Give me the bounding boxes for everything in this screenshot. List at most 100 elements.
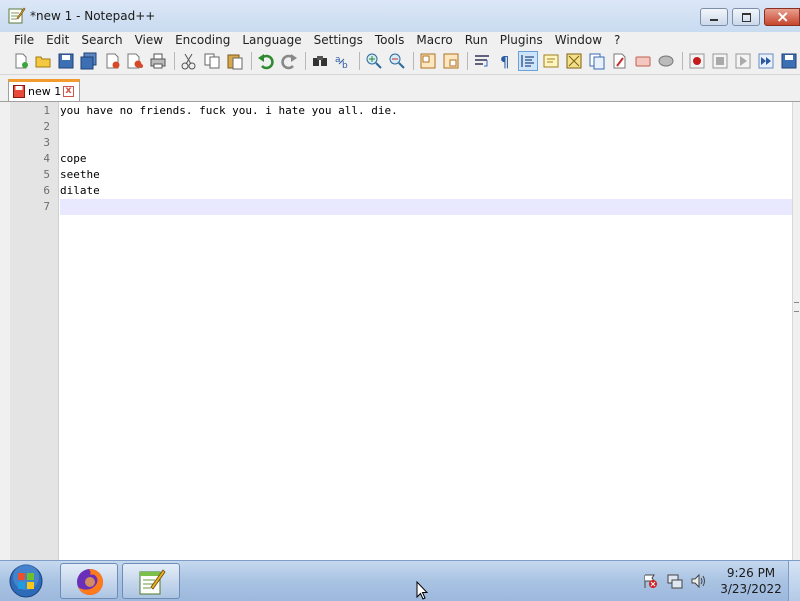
menu-language[interactable]: Language — [236, 33, 307, 47]
start-button[interactable] — [6, 563, 46, 599]
save-all-icon[interactable] — [80, 52, 98, 70]
scrollbar-grip[interactable] — [794, 302, 799, 312]
run-multiple-icon[interactable] — [757, 52, 775, 70]
vertical-scrollbar[interactable] — [792, 102, 800, 560]
tab-new-1[interactable]: new 1 x — [8, 79, 80, 101]
svg-text:¶: ¶ — [500, 53, 510, 70]
line-number: 1 — [43, 104, 50, 117]
paste-icon[interactable] — [226, 52, 244, 70]
line-number: 3 — [43, 136, 50, 149]
record-macro-icon[interactable] — [688, 52, 706, 70]
taskbar: 9:26 PM 3/23/2022 — [0, 560, 800, 601]
menu-help[interactable]: ? — [608, 33, 626, 47]
code-line[interactable]: cope — [60, 151, 792, 167]
toolbar-separator — [305, 52, 306, 70]
folder-workspace-icon[interactable] — [611, 52, 629, 70]
menu-bar: File Edit Search View Encoding Language … — [0, 32, 800, 48]
maximize-button[interactable] — [732, 8, 760, 26]
line-number: 2 — [43, 120, 50, 133]
save-icon[interactable] — [57, 52, 75, 70]
menu-file[interactable]: File — [0, 33, 40, 47]
monitoring-icon[interactable] — [634, 52, 652, 70]
volume-icon[interactable] — [690, 573, 706, 589]
network-icon[interactable] — [667, 573, 683, 589]
sync-horizontal-icon[interactable] — [442, 52, 460, 70]
play-macro-icon[interactable] — [734, 52, 752, 70]
minimize-button[interactable] — [700, 8, 728, 26]
menu-tools[interactable]: Tools — [369, 33, 411, 47]
toolbar-separator — [359, 52, 360, 70]
menu-macro[interactable]: Macro — [410, 33, 458, 47]
new-file-icon[interactable] — [12, 52, 30, 70]
title-bar[interactable]: *new 1 - Notepad++ — [0, 0, 800, 32]
undo-icon[interactable] — [257, 52, 275, 70]
editor-pane[interactable]: 1 2 3 4 5 6 7 you have no friends. fuck … — [10, 102, 792, 560]
menu-edit[interactable]: Edit — [40, 33, 75, 47]
cut-icon[interactable] — [180, 52, 198, 70]
print-icon[interactable] — [149, 52, 167, 70]
menu-window[interactable]: Window — [549, 33, 608, 47]
toolbar: ab ¶ — [0, 48, 800, 75]
stop-record-icon[interactable] — [711, 52, 729, 70]
user-language-icon[interactable] — [542, 52, 560, 70]
function-list-icon[interactable] — [588, 52, 606, 70]
tab-label: new 1 — [28, 85, 62, 98]
firefox-icon — [77, 569, 103, 595]
close-window-button[interactable] — [764, 7, 800, 26]
code-line[interactable] — [60, 119, 792, 135]
find-icon[interactable] — [311, 52, 329, 70]
line-number: 5 — [43, 168, 50, 181]
copy-icon[interactable] — [203, 52, 221, 70]
close-all-icon[interactable] — [126, 52, 144, 70]
open-file-icon[interactable] — [34, 52, 52, 70]
clock-time: 9:26 PM — [726, 566, 776, 580]
editor-left-frame — [0, 102, 10, 560]
window-title: *new 1 - Notepad++ — [30, 9, 156, 23]
save-macro-icon[interactable] — [657, 52, 675, 70]
notepad-plus-plus-icon — [8, 7, 26, 24]
toolbar-separator — [251, 52, 252, 70]
toolbar-separator — [467, 52, 468, 70]
mouse-cursor-icon — [416, 581, 428, 600]
clock-date: 3/23/2022 — [720, 582, 782, 596]
toolbar-separator — [174, 52, 175, 70]
menu-plugins[interactable]: Plugins — [494, 33, 549, 47]
code-line[interactable] — [60, 135, 792, 151]
text-area[interactable]: you have no friends. fuck you. i hate yo… — [59, 102, 792, 560]
line-number-gutter: 1 2 3 4 5 6 7 — [10, 102, 59, 560]
tab-bar: new 1 x — [0, 75, 800, 102]
word-wrap-icon[interactable] — [473, 52, 491, 70]
taskbar-notepad-plus-plus[interactable] — [122, 563, 180, 599]
replace-icon[interactable]: ab — [334, 52, 352, 70]
show-all-chars-icon[interactable]: ¶ — [496, 52, 514, 70]
notepad-plus-plus-icon — [139, 569, 166, 595]
code-line[interactable]: seethe — [60, 167, 792, 183]
menu-view[interactable]: View — [129, 33, 169, 47]
menu-run[interactable]: Run — [459, 33, 494, 47]
tab-close-button[interactable]: x — [63, 86, 74, 97]
sync-vertical-icon[interactable] — [419, 52, 437, 70]
menu-encoding[interactable]: Encoding — [169, 33, 236, 47]
show-desktop-button[interactable] — [788, 561, 800, 601]
macro-save-icon[interactable] — [780, 52, 798, 70]
current-code-line[interactable] — [60, 199, 792, 215]
code-line[interactable]: you have no friends. fuck you. i hate yo… — [60, 103, 792, 119]
code-line[interactable]: dilate — [60, 183, 792, 199]
line-number: 4 — [43, 152, 50, 165]
menu-settings[interactable]: Settings — [308, 33, 369, 47]
toolbar-separator — [682, 52, 683, 70]
unsaved-document-icon — [13, 85, 25, 98]
doc-map-icon[interactable] — [565, 52, 583, 70]
line-number: 6 — [43, 184, 50, 197]
zoom-in-icon[interactable] — [365, 52, 383, 70]
toolbar-separator — [413, 52, 414, 70]
indent-guide-icon[interactable] — [518, 51, 538, 71]
redo-icon[interactable] — [280, 52, 298, 70]
line-number: 7 — [43, 200, 50, 213]
action-center-flag-icon[interactable] — [642, 573, 658, 589]
menu-search[interactable]: Search — [75, 33, 128, 47]
system-clock[interactable]: 9:26 PM 3/23/2022 — [718, 565, 784, 597]
zoom-out-icon[interactable] — [388, 52, 406, 70]
taskbar-firefox[interactable] — [60, 563, 118, 599]
close-icon[interactable] — [103, 52, 121, 70]
